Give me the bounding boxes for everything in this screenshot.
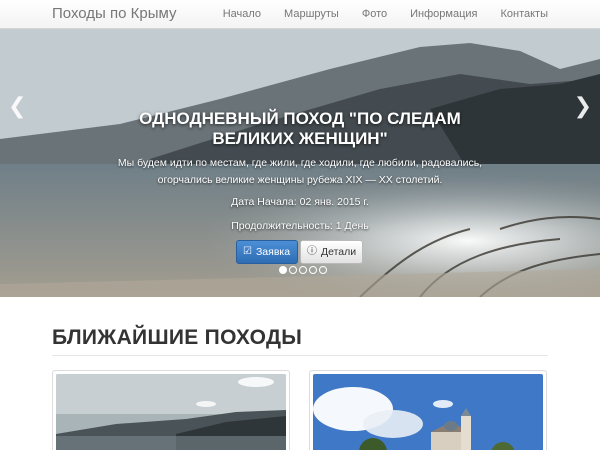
carousel-indicator[interactable] — [279, 266, 287, 274]
nav-item-routes[interactable]: Маршруты — [284, 0, 339, 29]
hero-start-date: Дата Начала: 02 янв. 2015 г. — [231, 196, 369, 208]
hike-card[interactable] — [309, 370, 547, 450]
carousel-indicator[interactable] — [289, 266, 297, 274]
apply-button-label: Заявка — [255, 246, 291, 258]
chevron-right-icon[interactable]: ❯ — [574, 91, 592, 121]
apply-button[interactable]: ☑ Заявка — [236, 240, 298, 264]
hero-duration: Продолжительность: 1 День — [231, 220, 369, 232]
hike-card-image[interactable] — [56, 374, 286, 450]
hike-card[interactable] — [52, 370, 290, 450]
nav-menu: Начало Маршруты Фото Информация Контакты — [200, 0, 548, 29]
details-button-label: Детали — [321, 246, 357, 258]
nav-item-info[interactable]: Информация — [410, 0, 477, 29]
nav-item-photo[interactable]: Фото — [362, 0, 387, 29]
nav-item-home[interactable]: Начало — [223, 0, 261, 29]
hero-description: Мы будем идти по местам, где жили, где х… — [117, 157, 483, 186]
details-button[interactable]: ⓘ Детали — [300, 240, 363, 264]
section-divider — [52, 355, 548, 356]
hero-carousel: ❮ ❯ Однодневный поход "По следам великих… — [0, 29, 600, 297]
hike-card-image[interactable] — [313, 374, 543, 450]
brand-link[interactable]: Походы по Крыму — [52, 4, 176, 24]
section-title: БЛИЖАЙШИЕ ПОХОДЫ — [52, 326, 303, 349]
carousel-indicators — [279, 266, 327, 274]
nav-item-contacts[interactable]: Контакты — [500, 0, 548, 29]
navbar: Походы по Крыму Начало Маршруты Фото Инф… — [0, 0, 600, 29]
carousel-indicator[interactable] — [319, 266, 327, 274]
chevron-left-icon[interactable]: ❮ — [8, 91, 26, 121]
info-icon: ⓘ — [307, 246, 317, 257]
carousel-indicator[interactable] — [309, 266, 317, 274]
carousel-indicator[interactable] — [299, 266, 307, 274]
checkbox-icon: ☑ — [243, 246, 252, 257]
hero-title: Однодневный поход "По следам великих жен… — [139, 109, 461, 148]
